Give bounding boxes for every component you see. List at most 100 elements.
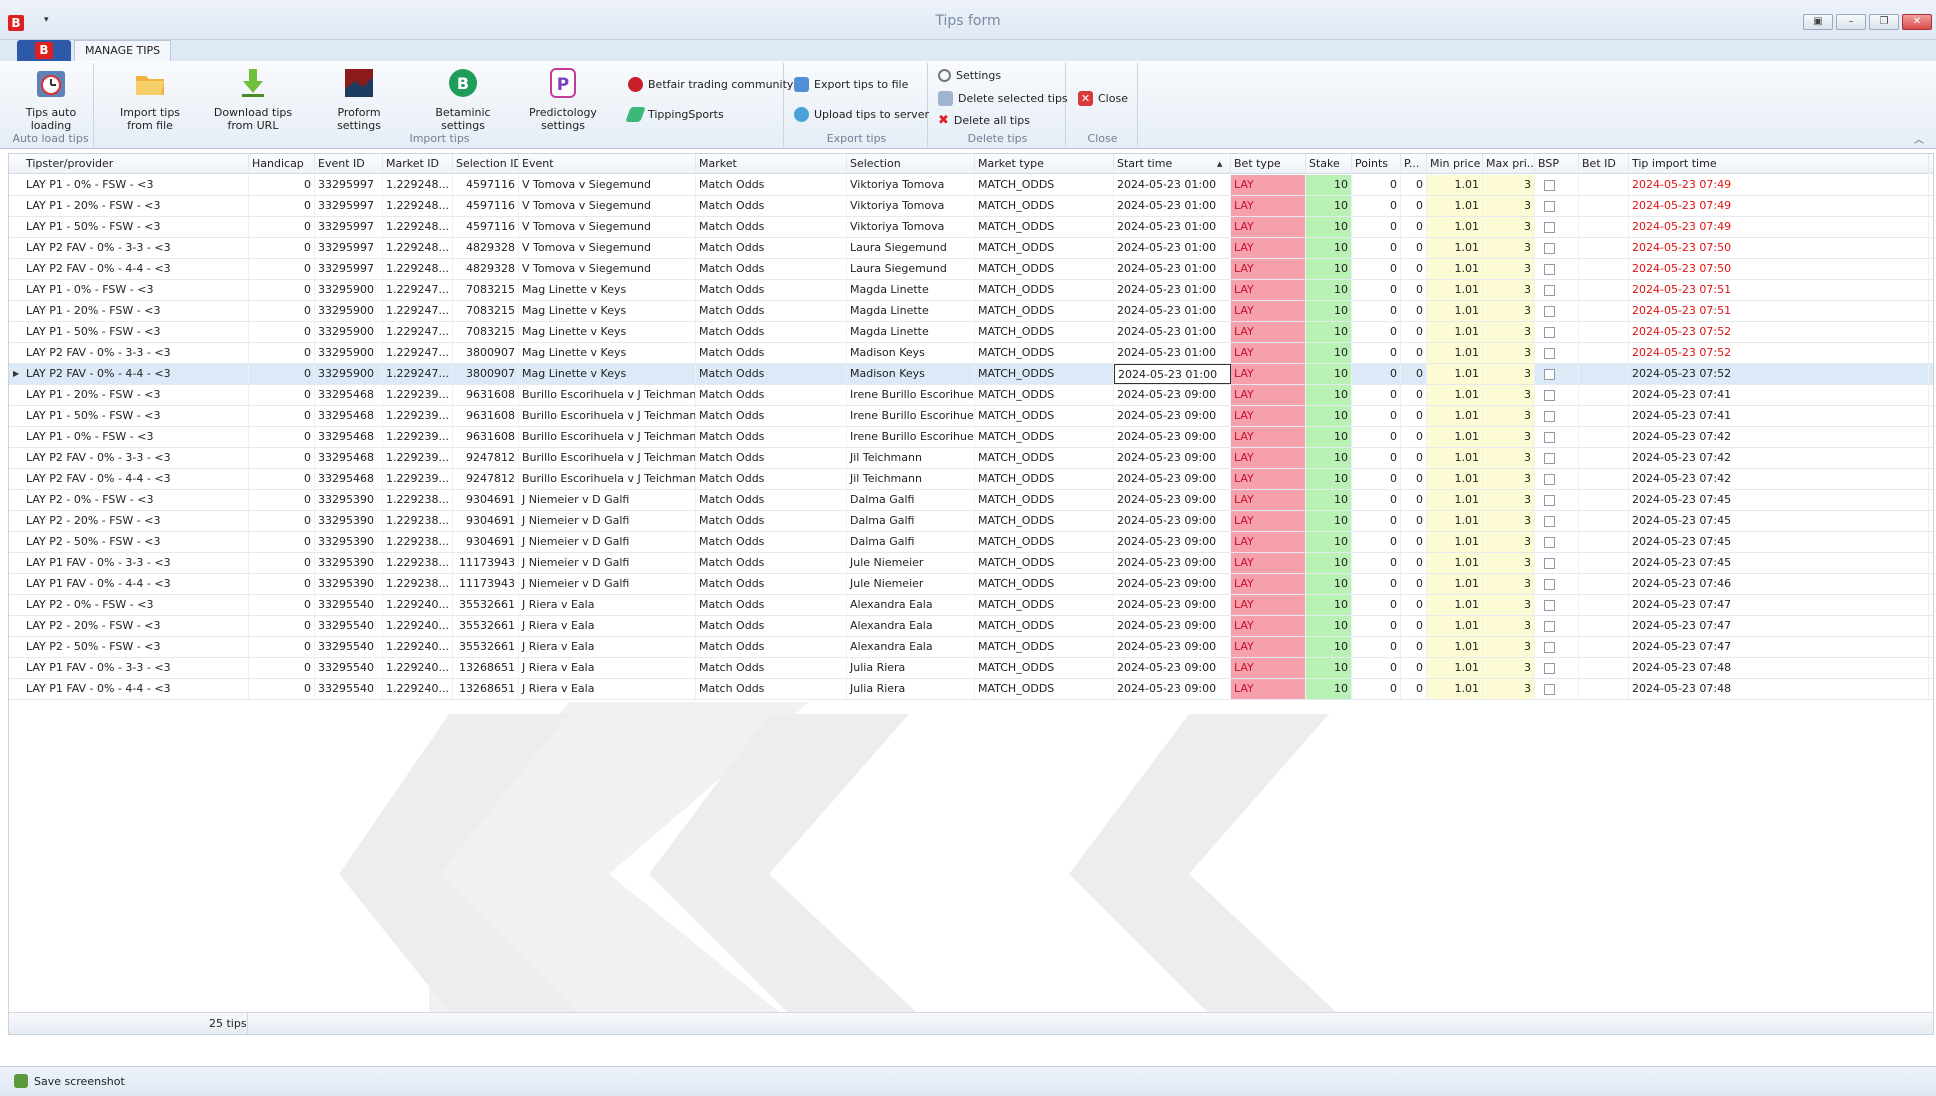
cell-market-type[interactable]: MATCH_ODDS (975, 427, 1114, 447)
cell-start-time[interactable]: 2024-05-23 01:00 (1114, 343, 1231, 363)
bsp-checkbox[interactable] (1544, 200, 1555, 212)
cell-start-time[interactable]: 2024-05-23 09:00 (1114, 469, 1231, 489)
cell-points[interactable]: 0 (1352, 469, 1401, 489)
cell-handicap[interactable]: 0 (249, 490, 315, 510)
table-row[interactable]: LAY P1 - 0% - FSW - <3 0 33295900 1.229247.… (9, 280, 1933, 301)
cell-selection-id[interactable]: 9304691 (453, 532, 519, 552)
cell-selection-id[interactable]: 11173943 (453, 574, 519, 594)
cell-selection-id[interactable]: 35532661 (453, 637, 519, 657)
cell-market-id[interactable]: 1.229248... (383, 259, 453, 279)
cell-bsp[interactable] (1535, 364, 1579, 384)
table-row[interactable]: LAY P1 FAV - 0% - 4-4 - <3 0 33295540 1.229… (9, 679, 1933, 700)
cell-market-id[interactable]: 1.229238... (383, 574, 453, 594)
table-row[interactable]: LAY P1 - 0% - FSW - <3 0 33295468 1.229239.… (9, 427, 1933, 448)
cell-tipster[interactable]: LAY P2 - 20% - FSW - <3 (23, 616, 249, 636)
cell-market[interactable]: Match Odds (696, 175, 847, 195)
cell-points[interactable]: 0 (1352, 427, 1401, 447)
bsp-checkbox[interactable] (1544, 599, 1555, 611)
cell-min-price[interactable]: 1.01 (1427, 658, 1483, 678)
cell-market-type[interactable]: MATCH_ODDS (975, 574, 1114, 594)
cell-handicap[interactable]: 0 (249, 511, 315, 531)
cell-market-id[interactable]: 1.229247... (383, 364, 453, 384)
bsp-checkbox[interactable] (1544, 347, 1555, 359)
cell-max-price[interactable]: 3 (1483, 301, 1535, 321)
cell-tipster[interactable]: LAY P2 - 50% - FSW - <3 (23, 532, 249, 552)
cell-start-time[interactable]: 2024-05-23 09:00 (1114, 511, 1231, 531)
cell-event[interactable]: Mag Linette v Keys (519, 343, 696, 363)
cell-tipster[interactable]: LAY P2 - 50% - FSW - <3 (23, 637, 249, 657)
cell-points[interactable]: 0 (1352, 406, 1401, 426)
cell-max-price[interactable]: 3 (1483, 427, 1535, 447)
cell-handicap[interactable]: 0 (249, 679, 315, 699)
settings-button[interactable]: Settings (938, 69, 1001, 82)
cell-bet-id[interactable] (1579, 616, 1629, 636)
cell-market[interactable]: Match Odds (696, 511, 847, 531)
proform-settings-button[interactable]: Proform settings (316, 67, 402, 132)
cell-event-id[interactable]: 33295900 (315, 322, 383, 342)
cell-event[interactable]: Burillo Escorihuela v J Teichmann (519, 385, 696, 405)
cell-selection-id[interactable]: 3800907 (453, 343, 519, 363)
cell-points[interactable]: 0 (1352, 259, 1401, 279)
cell-points[interactable]: 0 (1352, 511, 1401, 531)
cell-p[interactable]: 0 (1401, 364, 1427, 384)
cell-tip-import-time[interactable]: 2024-05-23 07:52 (1629, 364, 1929, 384)
cell-selection-id[interactable]: 35532661 (453, 616, 519, 636)
cell-min-price[interactable]: 1.01 (1427, 217, 1483, 237)
cell-market-type[interactable]: MATCH_ODDS (975, 175, 1114, 195)
cell-points[interactable]: 0 (1352, 385, 1401, 405)
cell-market-type[interactable]: MATCH_ODDS (975, 679, 1114, 699)
cell-handicap[interactable]: 0 (249, 637, 315, 657)
cell-max-price[interactable]: 3 (1483, 364, 1535, 384)
cell-handicap[interactable]: 0 (249, 280, 315, 300)
cell-market[interactable]: Match Odds (696, 469, 847, 489)
cell-start-time[interactable]: 2024-05-23 01:00 (1114, 196, 1231, 216)
column-header-bsp[interactable]: BSP (1535, 154, 1579, 174)
cell-min-price[interactable]: 1.01 (1427, 406, 1483, 426)
cell-stake[interactable]: 10 (1306, 385, 1352, 405)
table-row[interactable]: LAY P1 FAV - 0% - 3-3 - <3 0 33295540 1.229… (9, 658, 1933, 679)
cell-tip-import-time[interactable]: 2024-05-23 07:49 (1629, 175, 1929, 195)
cell-min-price[interactable]: 1.01 (1427, 322, 1483, 342)
cell-event-id[interactable]: 33295900 (315, 343, 383, 363)
cell-selection-id[interactable]: 9631608 (453, 427, 519, 447)
cell-event[interactable]: V Tomova v Siegemund (519, 175, 696, 195)
cell-start-time[interactable]: 2024-05-23 01:00 (1114, 322, 1231, 342)
cell-market-id[interactable]: 1.229247... (383, 343, 453, 363)
cell-tipster[interactable]: LAY P1 FAV - 0% - 4-4 - <3 (23, 574, 249, 594)
cell-bet-id[interactable] (1579, 196, 1629, 216)
cell-bsp[interactable] (1535, 574, 1579, 594)
cell-stake[interactable]: 10 (1306, 364, 1352, 384)
cell-selection[interactable]: Viktoriya Tomova (847, 196, 975, 216)
table-row[interactable]: LAY P2 - 50% - FSW - <3 0 33295390 1.229238… (9, 532, 1933, 553)
cell-bet-type[interactable]: LAY (1231, 259, 1306, 279)
cell-bsp[interactable] (1535, 406, 1579, 426)
cell-bsp[interactable] (1535, 637, 1579, 657)
cell-bet-type[interactable]: LAY (1231, 301, 1306, 321)
cell-selection[interactable]: Julia Riera (847, 679, 975, 699)
cell-bsp[interactable] (1535, 448, 1579, 468)
cell-selection-id[interactable]: 9247812 (453, 469, 519, 489)
cell-event-id[interactable]: 33295390 (315, 574, 383, 594)
cell-event[interactable]: Burillo Escorihuela v J Teichmann (519, 469, 696, 489)
cell-selection-id[interactable]: 11173943 (453, 553, 519, 573)
cell-market-type[interactable]: MATCH_ODDS (975, 385, 1114, 405)
cell-bet-type[interactable]: LAY (1231, 364, 1306, 384)
cell-max-price[interactable]: 3 (1483, 658, 1535, 678)
cell-bsp[interactable] (1535, 469, 1579, 489)
cell-selection-id[interactable]: 7083215 (453, 322, 519, 342)
cell-bet-id[interactable] (1579, 679, 1629, 699)
cell-tip-import-time[interactable]: 2024-05-23 07:45 (1629, 490, 1929, 510)
cell-tip-import-time[interactable]: 2024-05-23 07:50 (1629, 238, 1929, 258)
column-header-bet-type[interactable]: Bet type (1231, 154, 1306, 174)
cell-bet-id[interactable] (1579, 427, 1629, 447)
cell-stake[interactable]: 10 (1306, 301, 1352, 321)
cell-market-id[interactable]: 1.229238... (383, 532, 453, 552)
cell-bet-id[interactable] (1579, 259, 1629, 279)
column-header-market[interactable]: Market (696, 154, 847, 174)
cell-max-price[interactable]: 3 (1483, 490, 1535, 510)
cell-min-price[interactable]: 1.01 (1427, 511, 1483, 531)
cell-market-type[interactable]: MATCH_ODDS (975, 448, 1114, 468)
cell-bsp[interactable] (1535, 511, 1579, 531)
cell-selection[interactable]: Dalma Galfi (847, 490, 975, 510)
cell-market[interactable]: Match Odds (696, 427, 847, 447)
